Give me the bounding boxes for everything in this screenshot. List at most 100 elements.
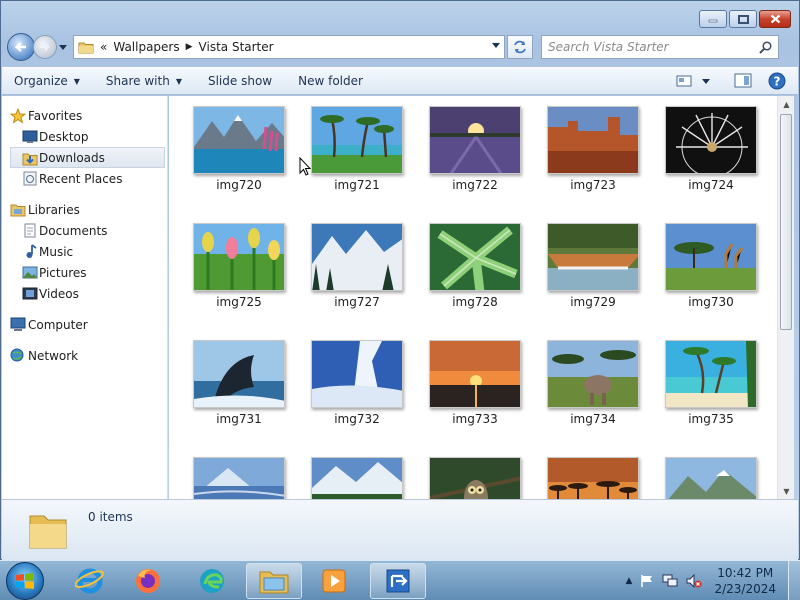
taskbar-internet-explorer[interactable] xyxy=(62,563,118,599)
close-button[interactable] xyxy=(759,10,791,28)
breadcrumb-separator-icon[interactable]: ▶ xyxy=(186,42,193,52)
file-name[interactable]: img732 xyxy=(307,412,407,426)
file-item[interactable]: img721 xyxy=(307,106,407,192)
file-item[interactable]: img720 xyxy=(189,106,289,192)
file-item[interactable]: img729 xyxy=(543,223,643,309)
network-status-icon[interactable] xyxy=(662,574,678,588)
file-name[interactable]: img727 xyxy=(307,295,407,309)
file-item[interactable]: img731 xyxy=(189,340,289,426)
file-thumbnail[interactable] xyxy=(665,340,757,408)
maximize-button[interactable] xyxy=(729,10,757,28)
minimize-button[interactable] xyxy=(699,10,727,28)
file-name[interactable]: img724 xyxy=(661,178,761,192)
file-name[interactable]: img735 xyxy=(661,412,761,426)
volume-muted-icon[interactable] xyxy=(686,574,702,588)
file-thumbnail[interactable] xyxy=(311,457,403,499)
sidebar-item-desktop[interactable]: Desktop xyxy=(2,126,167,147)
taskbar-remote-app[interactable] xyxy=(370,563,426,599)
file-thumbnail[interactable] xyxy=(547,340,639,408)
address-dropdown-icon[interactable] xyxy=(492,43,500,48)
file-item[interactable]: img727 xyxy=(307,223,407,309)
new-folder-button[interactable]: New folder xyxy=(286,74,377,88)
view-options-icon[interactable] xyxy=(676,74,692,88)
sidebar-item-network[interactable]: Network xyxy=(2,345,167,366)
file-thumbnail[interactable] xyxy=(429,340,521,408)
file-item[interactable]: img722 xyxy=(425,106,525,192)
forward-button[interactable] xyxy=(33,35,57,59)
file-item[interactable]: img732 xyxy=(307,340,407,426)
file-thumbnail[interactable] xyxy=(547,223,639,291)
back-button[interactable] xyxy=(7,33,35,61)
file-thumbnail[interactable] xyxy=(429,457,521,499)
file-thumbnail[interactable] xyxy=(547,457,639,499)
sidebar-item-recent-places[interactable]: Recent Places xyxy=(2,168,167,189)
file-item[interactable] xyxy=(661,457,761,499)
recent-pages-button[interactable] xyxy=(57,35,69,59)
search-icon[interactable] xyxy=(759,41,772,54)
file-thumbnail[interactable] xyxy=(311,106,403,174)
clock[interactable]: 10:42 PM 2/23/2024 xyxy=(714,565,776,597)
view-dropdown-icon[interactable] xyxy=(702,78,710,84)
file-name[interactable]: img722 xyxy=(425,178,525,192)
sidebar-item-computer[interactable]: Computer xyxy=(2,314,167,335)
file-thumbnail[interactable] xyxy=(193,340,285,408)
vertical-scrollbar[interactable]: ▲ ▼ xyxy=(777,96,794,499)
file-name[interactable]: img733 xyxy=(425,412,525,426)
help-icon[interactable]: ? xyxy=(768,72,786,90)
file-item[interactable] xyxy=(189,457,289,499)
file-item[interactable]: img723 xyxy=(543,106,643,192)
share-with-button[interactable]: Share with ▼ xyxy=(94,74,196,88)
file-thumbnail[interactable] xyxy=(429,106,521,174)
show-hidden-icons-icon[interactable]: ▲ xyxy=(626,576,633,586)
file-name[interactable]: img729 xyxy=(543,295,643,309)
taskbar-edge[interactable] xyxy=(184,563,240,599)
file-thumbnail[interactable] xyxy=(193,223,285,291)
sidebar-item-favorites[interactable]: Favorites xyxy=(2,105,167,126)
file-thumbnail[interactable] xyxy=(193,457,285,499)
file-thumbnail[interactable] xyxy=(665,457,757,499)
file-thumbnail[interactable] xyxy=(429,223,521,291)
refresh-button[interactable] xyxy=(507,35,533,59)
address-chevron[interactable]: « xyxy=(100,40,107,54)
file-name[interactable]: img721 xyxy=(307,178,407,192)
preview-pane-icon[interactable] xyxy=(734,73,752,89)
file-item[interactable] xyxy=(307,457,407,499)
file-name[interactable]: img725 xyxy=(189,295,289,309)
file-name[interactable]: img734 xyxy=(543,412,643,426)
file-thumbnail[interactable] xyxy=(665,223,757,291)
file-item[interactable]: img735 xyxy=(661,340,761,426)
sidebar-item-documents[interactable]: Documents xyxy=(2,220,167,241)
file-item[interactable]: img725 xyxy=(189,223,289,309)
slide-show-button[interactable]: Slide show xyxy=(196,74,286,88)
scroll-up-icon[interactable]: ▲ xyxy=(778,96,795,112)
scrollbar-thumb[interactable] xyxy=(780,114,792,330)
sidebar-item-music[interactable]: Music xyxy=(2,241,167,262)
file-item[interactable]: img724 xyxy=(661,106,761,192)
file-item[interactable] xyxy=(425,457,525,499)
file-thumbnail[interactable] xyxy=(547,106,639,174)
file-thumbnail[interactable] xyxy=(311,340,403,408)
file-name[interactable]: img720 xyxy=(189,178,289,192)
sidebar-item-pictures[interactable]: Pictures xyxy=(2,262,167,283)
organize-button[interactable]: Organize ▼ xyxy=(2,74,94,88)
address-bar[interactable]: « Wallpapers ▶ Vista Starter xyxy=(73,35,505,59)
action-center-flag-icon[interactable] xyxy=(640,574,654,588)
file-item[interactable]: img734 xyxy=(543,340,643,426)
sidebar-item-libraries[interactable]: Libraries xyxy=(2,199,167,220)
file-item[interactable]: img728 xyxy=(425,223,525,309)
sidebar-item-downloads[interactable]: Downloads xyxy=(10,147,165,168)
taskbar-media-player[interactable] xyxy=(306,563,362,599)
file-name[interactable]: img731 xyxy=(189,412,289,426)
breadcrumb-wallpapers[interactable]: Wallpapers xyxy=(113,40,179,54)
file-item[interactable] xyxy=(543,457,643,499)
scroll-down-icon[interactable]: ▼ xyxy=(778,483,795,499)
file-item[interactable]: img730 xyxy=(661,223,761,309)
taskbar-firefox[interactable] xyxy=(120,563,176,599)
file-item[interactable]: img733 xyxy=(425,340,525,426)
file-name[interactable]: img728 xyxy=(425,295,525,309)
start-button[interactable] xyxy=(6,562,44,600)
file-name[interactable]: img723 xyxy=(543,178,643,192)
search-input[interactable]: Search Vista Starter xyxy=(541,35,779,59)
file-thumbnail[interactable] xyxy=(193,106,285,174)
taskbar-windows-explorer[interactable] xyxy=(246,563,302,599)
